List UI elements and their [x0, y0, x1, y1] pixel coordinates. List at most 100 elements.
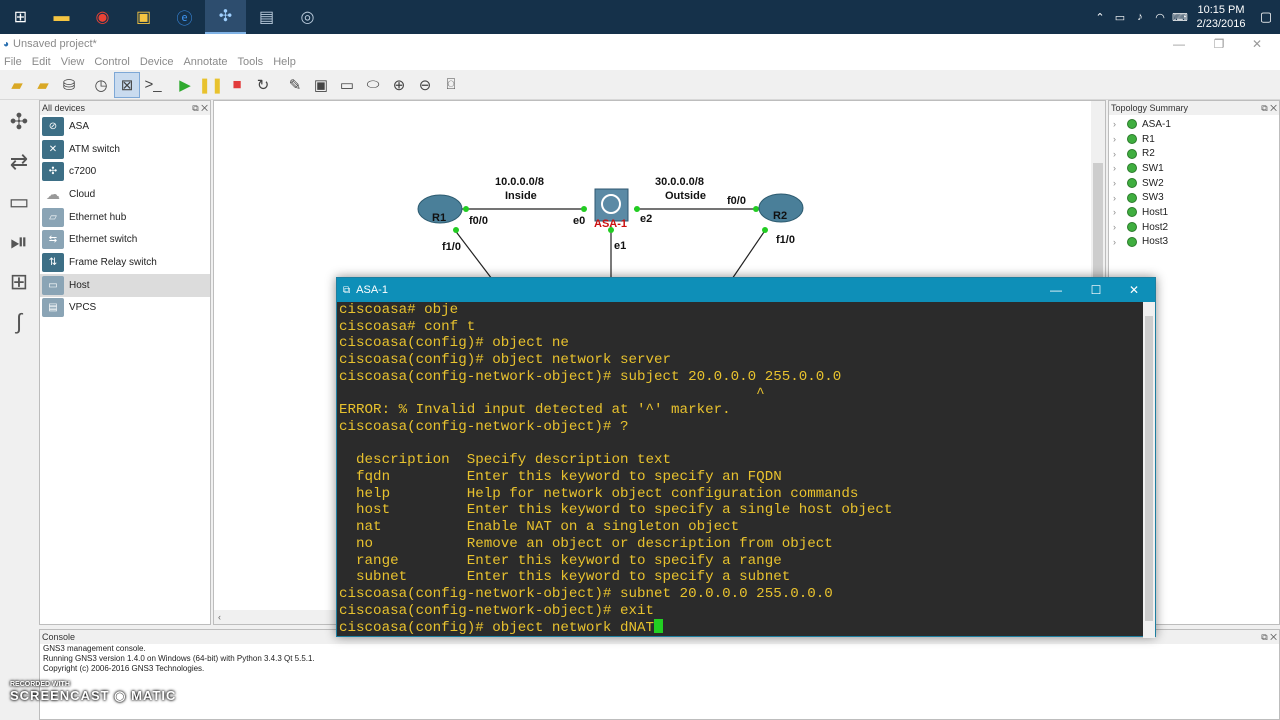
link-r2-down[interactable]: [731, 228, 767, 280]
menu-edit[interactable]: Edit: [32, 56, 51, 68]
device-item-host[interactable]: ▭ Host: [40, 273, 210, 297]
end-devices-icon[interactable]: ▭: [0, 182, 38, 222]
console-all-icon[interactable]: >_: [140, 72, 166, 98]
scrollbar-thumb[interactable]: [1145, 316, 1153, 621]
topology-item-asa-1[interactable]: › ASA-1: [1109, 117, 1279, 132]
menu-help[interactable]: Help: [273, 56, 296, 68]
link-r1-down[interactable]: [453, 228, 493, 280]
menu-annotate[interactable]: Annotate: [183, 56, 227, 68]
topology-item-sw3[interactable]: › SW3: [1109, 190, 1279, 205]
minimize-icon[interactable]: —: [1160, 34, 1198, 54]
device-item-asa[interactable]: ⊘ ASA: [40, 115, 210, 138]
keyboard-icon[interactable]: ⌨: [1170, 11, 1190, 24]
show-interface-labels-icon[interactable]: ⊠: [114, 71, 140, 98]
menu-view[interactable]: View: [61, 56, 85, 68]
chevron-right-icon[interactable]: ›: [1113, 119, 1127, 129]
windows-icon[interactable]: ⊞: [0, 0, 41, 34]
close-icon[interactable]: ✕: [1115, 278, 1153, 302]
open-folder-icon[interactable]: ▰: [4, 72, 30, 98]
snapshot-clock-icon[interactable]: ◷: [88, 72, 114, 98]
topology-item-r1[interactable]: › R1: [1109, 132, 1279, 147]
chrome-icon[interactable]: ◉: [82, 0, 123, 34]
save-icon[interactable]: ⛁: [56, 72, 82, 98]
start-all-icon[interactable]: ▶: [172, 72, 198, 98]
add-link-icon[interactable]: ∫: [0, 302, 38, 342]
chevron-right-icon[interactable]: ›: [1113, 193, 1127, 203]
gns3-icon[interactable]: ✣: [205, 0, 246, 34]
menu-bar: File Edit View Control Device Annotate T…: [0, 54, 1280, 70]
screenshot-camera-icon[interactable]: ⌼: [438, 72, 464, 98]
battery-icon[interactable]: ▭: [1110, 11, 1130, 24]
switch-icon: ⇆: [42, 230, 64, 250]
device-item-c7200[interactable]: ✣ c7200: [40, 160, 210, 183]
notepad-icon[interactable]: ▤: [246, 0, 287, 34]
chevron-right-icon[interactable]: ›: [1113, 163, 1127, 173]
reload-all-icon[interactable]: ↻: [250, 72, 276, 98]
menu-device[interactable]: Device: [140, 56, 174, 68]
topology-item-sw1[interactable]: › SW1: [1109, 161, 1279, 176]
app-icon[interactable]: ▣: [123, 0, 164, 34]
menu-tools[interactable]: Tools: [238, 56, 264, 68]
node-r1[interactable]: R1: [417, 194, 463, 224]
terminal-window[interactable]: ⧉ ASA-1 — ☐ ✕ ciscoasa# obje ciscoasa# c…: [336, 277, 1156, 638]
terminal-title-bar[interactable]: ⧉ ASA-1 — ☐ ✕: [337, 278, 1155, 302]
maximize-icon[interactable]: ☐: [1077, 278, 1115, 302]
chevron-right-icon[interactable]: ›: [1113, 222, 1127, 232]
chevron-right-icon[interactable]: ›: [1113, 149, 1127, 159]
minimize-icon[interactable]: —: [1037, 278, 1075, 302]
scroll-left-icon[interactable]: ‹: [218, 612, 221, 622]
draw-ellipse-icon[interactable]: ⬭: [360, 72, 386, 98]
device-item-ethernet-switch[interactable]: ⇆ Ethernet switch: [40, 228, 210, 251]
terminal-scrollbar[interactable]: [1143, 302, 1155, 638]
all-devices-icon[interactable]: ⊞: [0, 262, 38, 302]
zoom-out-icon[interactable]: ⊖: [412, 72, 438, 98]
chevron-right-icon[interactable]: ›: [1113, 178, 1127, 188]
stop-all-icon[interactable]: ■: [224, 72, 250, 98]
add-note-icon[interactable]: ✎: [282, 72, 308, 98]
media-icon[interactable]: ◎: [287, 0, 328, 34]
chevron-right-icon[interactable]: ›: [1113, 207, 1127, 217]
file-explorer-icon[interactable]: ▬: [41, 0, 82, 34]
volume-icon[interactable]: ♪: [1130, 11, 1150, 23]
inside-name-label: Inside: [505, 190, 537, 202]
menu-file[interactable]: File: [4, 56, 22, 68]
security-devices-icon[interactable]: ⏯: [0, 222, 38, 262]
menu-control[interactable]: Control: [94, 56, 129, 68]
panel-float-close-icon[interactable]: ⧉ ✕: [1261, 101, 1277, 115]
panel-float-close-icon[interactable]: ⧉ ✕: [1261, 630, 1277, 644]
topology-item-host2[interactable]: › Host2: [1109, 220, 1279, 235]
wifi-icon[interactable]: ◠: [1150, 11, 1170, 24]
scrollbar-thumb[interactable]: [1093, 163, 1103, 283]
routers-icon[interactable]: ✣: [0, 102, 38, 142]
suspend-all-icon[interactable]: ❚❚: [198, 72, 224, 98]
clock[interactable]: 10:15 PM 2/23/2016: [1190, 3, 1252, 31]
console-line: GNS3 management console.: [43, 644, 146, 653]
node-r2[interactable]: R2: [758, 193, 804, 223]
edge-icon[interactable]: ⓔ: [164, 0, 205, 34]
restore-icon[interactable]: ❐: [1200, 34, 1238, 54]
topology-item-host1[interactable]: › Host1: [1109, 205, 1279, 220]
chevron-right-icon[interactable]: ›: [1113, 237, 1127, 247]
switches-icon[interactable]: ⇄: [0, 142, 38, 182]
terminal-output[interactable]: ciscoasa# obje ciscoasa# conf t ciscoasa…: [337, 302, 1155, 636]
device-item-cloud[interactable]: ☁ Cloud: [40, 183, 210, 206]
topology-item-sw2[interactable]: › SW2: [1109, 176, 1279, 191]
device-item-atm-switch[interactable]: ✕ ATM switch: [40, 138, 210, 161]
chevron-up-icon[interactable]: ⌃: [1090, 11, 1110, 24]
chevron-right-icon[interactable]: ›: [1113, 134, 1127, 144]
close-icon[interactable]: ✕: [1238, 34, 1276, 54]
node-asa-1[interactable]: ASA-1: [594, 188, 629, 230]
port-label-r1-f1-0: f1/0: [442, 241, 461, 253]
notifications-icon[interactable]: ▢: [1252, 9, 1280, 25]
topology-item-host3[interactable]: › Host3: [1109, 235, 1279, 250]
device-item-ethernet-hub[interactable]: ▱ Ethernet hub: [40, 206, 210, 229]
open-project-icon[interactable]: ▰: [30, 72, 56, 98]
zoom-in-icon[interactable]: ⊕: [386, 72, 412, 98]
insert-picture-icon[interactable]: ▣: [308, 72, 334, 98]
panel-float-close-icon[interactable]: ⧉ ✕: [192, 101, 208, 115]
topology-item-r2[interactable]: › R2: [1109, 146, 1279, 161]
device-item-frame-relay-switch[interactable]: ⇅ Frame Relay switch: [40, 251, 210, 274]
port-label-asa-e0: e0: [573, 215, 585, 227]
draw-rectangle-icon[interactable]: ▭: [334, 72, 360, 98]
device-item-vpcs[interactable]: ▤ VPCS: [40, 297, 210, 320]
